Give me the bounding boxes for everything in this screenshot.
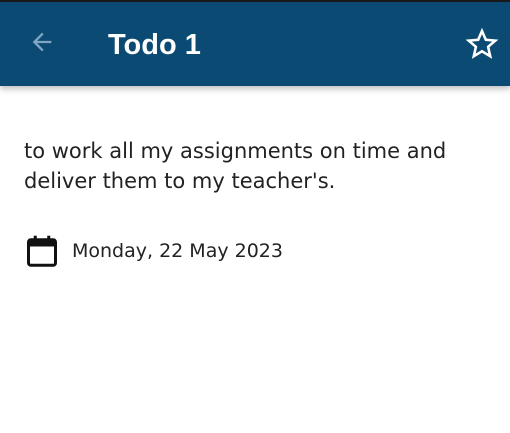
favorite-button[interactable] — [460, 24, 504, 68]
page-title: Todo 1 — [108, 29, 201, 61]
todo-date-row: Monday, 22 May 2023 — [24, 233, 283, 269]
todo-description: to work all my assignments on time and d… — [24, 139, 447, 193]
star-outline-icon — [465, 27, 499, 65]
back-button[interactable] — [20, 24, 64, 64]
arrow-left-icon — [28, 28, 56, 60]
calendar-icon — [24, 233, 60, 269]
todo-date: Monday, 22 May 2023 — [72, 240, 283, 262]
app-bar: Todo 1 — [0, 2, 510, 86]
todo-content: to work all my assignments on time and d… — [24, 136, 474, 196]
